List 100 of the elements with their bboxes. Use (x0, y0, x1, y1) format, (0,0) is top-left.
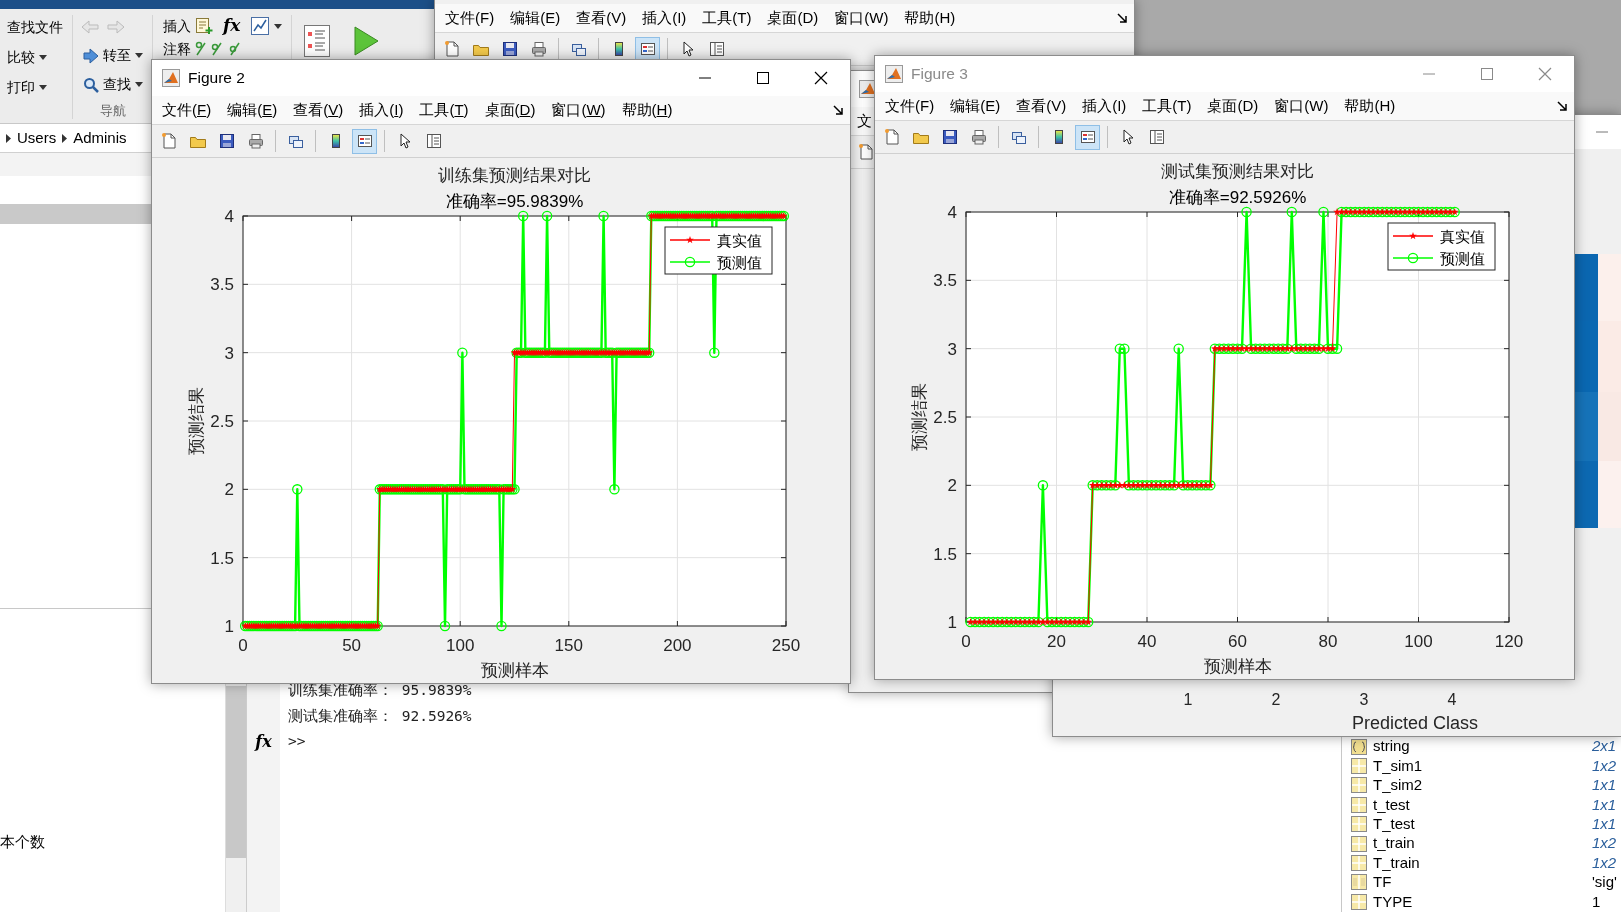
close-icon (813, 70, 829, 86)
panel-icon (424, 132, 443, 150)
comment-icon (195, 41, 243, 57)
variable-row[interactable]: t_test 1x1 (1342, 795, 1621, 815)
floppy-icon (940, 128, 959, 146)
menu-item[interactable]: 桌面(D) (1199, 94, 1267, 118)
menu-item[interactable]: 桌面(D) (759, 6, 827, 30)
tick-label: 4 (1446, 690, 1458, 710)
menu-item[interactable]: 编辑(E) (942, 94, 1009, 118)
menu-item[interactable]: 文 (851, 109, 872, 133)
variable-row[interactable]: string 2x1 (1342, 737, 1621, 757)
menu-item[interactable]: 插入(I) (351, 98, 412, 122)
printer-icon (246, 132, 265, 150)
menu-item[interactable]: 窗口(W) (1266, 94, 1337, 118)
caret-icon (62, 133, 68, 143)
axis-label: 预测样本 (1203, 657, 1272, 676)
minimize-icon (699, 77, 711, 79)
variable-row[interactable]: T_train 1x2 (1342, 853, 1621, 873)
function-icon (250, 16, 271, 36)
matrix-icon (1350, 776, 1368, 795)
path-segment[interactable]: Users (17, 126, 57, 150)
function-browser-button[interactable]: fx (255, 729, 272, 755)
menu-item[interactable]: 窗口(W) (543, 98, 614, 122)
ribbon-button[interactable]: 插入 (161, 12, 215, 40)
menu-item[interactable]: 窗口(W) (826, 6, 897, 30)
ribbon-button[interactable]: 打印 (5, 73, 65, 101)
menu-item[interactable]: 帮助(H) (1336, 94, 1404, 118)
chart-title: 准确率=95.9839% (445, 192, 584, 211)
dock-arrow-icon[interactable] (1116, 12, 1128, 24)
menu-item[interactable]: 工具(T) (411, 98, 477, 122)
menu-item[interactable]: 文件(F) (877, 94, 943, 118)
search-icon (83, 76, 99, 93)
variable-value: 1x2 (1592, 852, 1617, 873)
tick-label: 0 (961, 632, 971, 651)
menu-item[interactable]: 插入(I) (1074, 94, 1135, 118)
menu-item[interactable]: 插入(I) (634, 6, 695, 30)
variable-name: t_train (1373, 833, 1416, 854)
panel-icon (1147, 128, 1166, 146)
variable-row[interactable]: TYPE 1 (1342, 892, 1621, 912)
menu-item[interactable]: 工具(T) (1134, 94, 1200, 118)
page-icon (442, 40, 461, 58)
printer-icon (969, 128, 988, 146)
menu-item[interactable]: 帮助(H) (896, 6, 964, 30)
variable-name: T_train (1373, 852, 1421, 873)
legend-label: 预测值 (717, 254, 762, 271)
menu-item[interactable]: 查看(V) (568, 6, 635, 30)
tick-label: 2.5 (933, 408, 957, 427)
menu-item[interactable]: 帮助(H) (613, 98, 681, 122)
tick-label: 4 (947, 203, 957, 222)
play-icon (352, 25, 381, 57)
toolbar-button[interactable] (352, 128, 377, 154)
tick-label: 80 (1318, 632, 1338, 651)
variable-row[interactable]: T_test 1x1 (1342, 814, 1621, 834)
ribbon-button[interactable]: 比较 (5, 43, 65, 71)
window-title: Figure 2 (188, 68, 245, 89)
variable-value: 1 (1592, 891, 1601, 912)
tick-label: 1.5 (933, 544, 957, 564)
tick-label: 120 (1494, 632, 1524, 651)
printer-icon (529, 40, 548, 58)
menu-item[interactable]: 编辑(E) (219, 98, 286, 122)
ribbon-button[interactable]: 查找文件 (5, 13, 65, 41)
variable-value: 1x1 (1592, 775, 1617, 796)
toolbar-button[interactable] (1075, 124, 1100, 150)
tick-label: 2 (1270, 690, 1282, 710)
cell-array-icon (1350, 737, 1368, 756)
variable-row[interactable]: t_train 1x2 (1342, 833, 1621, 854)
variable-row[interactable]: T_sim1 1x2 (1342, 756, 1621, 776)
command-prompt[interactable]: >> (288, 729, 472, 755)
function-button[interactable]: fx (219, 13, 245, 39)
ribbon-button[interactable]: 转至 (81, 42, 145, 70)
variable-row[interactable]: TF 'sig' (1342, 872, 1621, 893)
scrollbar-thumb[interactable] (226, 686, 246, 858)
toolbar-button[interactable] (635, 36, 660, 62)
ribbon-button[interactable]: 查找 (81, 71, 145, 99)
page-icon (882, 128, 901, 146)
caret-icon (274, 23, 283, 29)
ribbon-button[interactable]: 注释 (161, 39, 245, 59)
tick-label: 2 (947, 476, 957, 496)
tick-label: 200 (663, 636, 692, 655)
variable-row[interactable]: T_sim2 1x1 (1342, 775, 1621, 796)
peak-icon (162, 69, 180, 87)
menu-item[interactable]: 编辑(E) (502, 6, 569, 30)
page-icon (856, 143, 875, 161)
tick-label: 3 (947, 339, 957, 359)
menu-item[interactable]: 文件(F) (154, 98, 220, 122)
dock-arrow-icon[interactable] (1556, 100, 1568, 112)
variable-value: 1x1 (1592, 814, 1617, 834)
axis-label: 预测结果 (187, 387, 206, 455)
tick-label: 4 (224, 207, 234, 226)
axis-label: Predicted Class (1350, 712, 1480, 735)
menu-item[interactable]: 桌面(D) (476, 98, 544, 122)
menu-item[interactable]: 工具(T) (694, 6, 760, 30)
menu-item[interactable]: 查看(V) (1008, 94, 1075, 118)
tick-label: 0 (238, 636, 248, 655)
tick-label: 1 (224, 617, 234, 636)
path-segment[interactable]: Adminis (73, 126, 127, 150)
menu-item[interactable]: 查看(V) (285, 98, 352, 122)
dock-arrow-icon[interactable] (832, 104, 844, 116)
menu-item[interactable]: 文件(F) (437, 6, 503, 30)
axis-label: 预测结果 (910, 383, 929, 451)
